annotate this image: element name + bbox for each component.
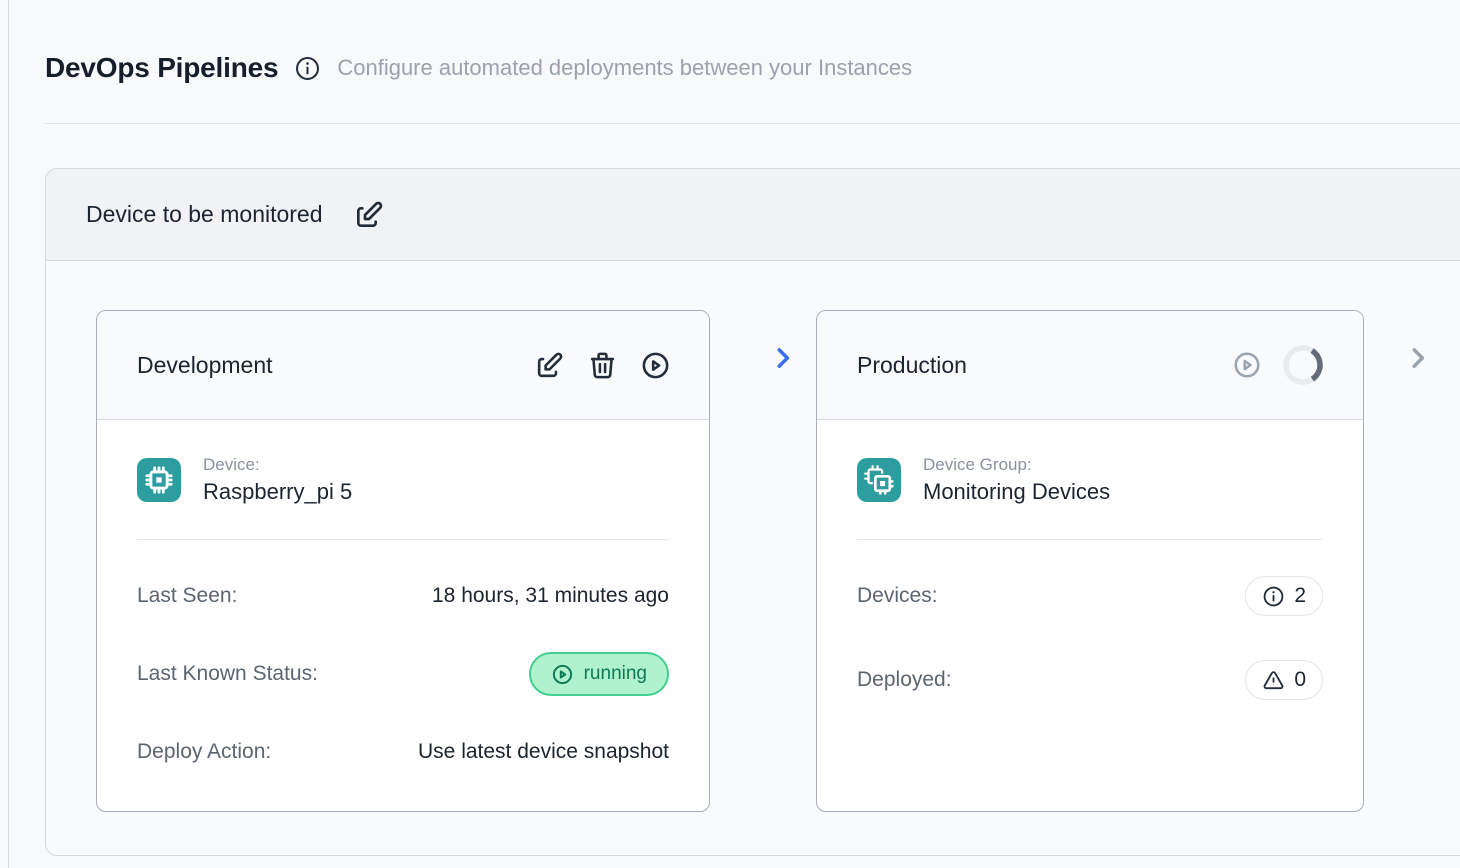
device-group-row: Device Group: Monitoring Devices [857, 420, 1323, 539]
last-seen-label: Last Seen: [137, 584, 237, 608]
spinner [1281, 343, 1325, 387]
status-badge: running [529, 652, 669, 696]
device-label: Device: [203, 455, 352, 475]
production-detail-rows: Devices: 2 Deployed: [857, 540, 1323, 704]
stage-card-production: Production [816, 310, 1364, 812]
play-icon[interactable] [1232, 350, 1263, 381]
devices-label: Devices: [857, 584, 938, 608]
chip-icon [137, 458, 181, 502]
page-subtitle: Configure automated deployments between … [337, 55, 912, 81]
production-title: Production [857, 352, 967, 379]
production-card-header: Production [817, 311, 1363, 420]
devices-row: Devices: 2 [857, 572, 1323, 620]
stage-card-development: Development [96, 310, 710, 812]
devices-count: 2 [1294, 584, 1306, 608]
pipeline-panel: Device to be monitored Development [45, 168, 1460, 856]
device-row: Device: Raspberry_pi 5 [137, 420, 669, 539]
device-group-name: Monitoring Devices [923, 479, 1110, 505]
status-badge-label: running [584, 663, 647, 685]
chevron-right-icon[interactable] [1403, 343, 1433, 373]
edit-icon[interactable] [353, 199, 385, 231]
chevron-right-icon [768, 343, 798, 373]
production-actions [1232, 343, 1325, 387]
deployed-count: 0 [1294, 668, 1306, 692]
page-header: DevOps Pipelines Configure automated dep… [45, 52, 912, 84]
development-detail-rows: Last Seen: 18 hours, 31 minutes ago Last… [137, 540, 669, 776]
play-icon[interactable] [640, 350, 671, 381]
deploy-action-row: Deploy Action: Use latest device snapsho… [137, 728, 669, 776]
devices-count-pill[interactable]: 2 [1245, 576, 1323, 616]
last-seen-row: Last Seen: 18 hours, 31 minutes ago [137, 572, 669, 620]
warning-icon [1262, 669, 1285, 692]
info-icon [1262, 585, 1285, 608]
devops-pipelines-page: DevOps Pipelines Configure automated dep… [8, 0, 1460, 868]
deployed-label: Deployed: [857, 668, 952, 692]
status-label: Last Known Status: [137, 662, 318, 686]
device-group-meta: Device Group: Monitoring Devices [923, 455, 1110, 505]
page-title: DevOps Pipelines [45, 52, 278, 84]
header-divider [45, 123, 1460, 124]
deploy-action-value: Use latest device snapshot [418, 740, 669, 764]
pipeline-panel-body: Development [46, 261, 1460, 854]
chip-group-icon [857, 458, 901, 502]
production-card-body: Device Group: Monitoring Devices Devices… [817, 420, 1363, 704]
development-card-header: Development [97, 311, 709, 420]
development-title: Development [137, 352, 273, 379]
device-name: Raspberry_pi 5 [203, 479, 352, 505]
deployed-count-pill[interactable]: 0 [1245, 660, 1323, 700]
device-group-label: Device Group: [923, 455, 1110, 475]
deploy-action-label: Deploy Action: [137, 740, 271, 764]
last-seen-value: 18 hours, 31 minutes ago [432, 584, 669, 608]
status-row: Last Known Status: running [137, 650, 669, 698]
development-card-body: Device: Raspberry_pi 5 Last Seen: 18 hou… [97, 420, 709, 776]
pipeline-panel-header: Device to be monitored [46, 169, 1460, 261]
device-meta: Device: Raspberry_pi 5 [203, 455, 352, 505]
deployed-row: Deployed: 0 [857, 656, 1323, 704]
pipeline-title: Device to be monitored [86, 201, 323, 228]
development-actions [534, 350, 671, 381]
trash-icon[interactable] [587, 350, 618, 381]
play-icon [551, 663, 574, 686]
info-icon[interactable] [294, 55, 321, 82]
edit-icon[interactable] [534, 350, 565, 381]
